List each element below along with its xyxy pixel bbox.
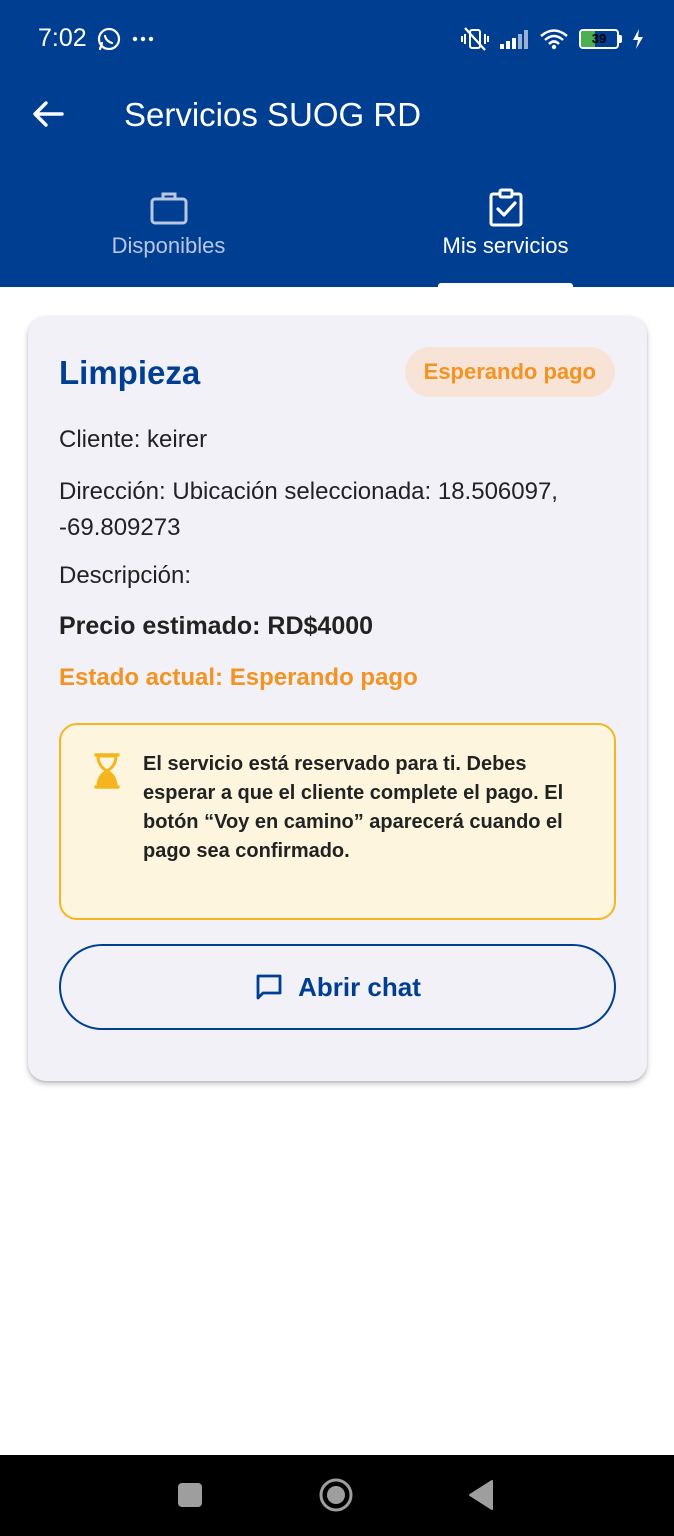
payment-notice: El servicio está reservado para ti. Debe… xyxy=(59,723,616,920)
home-icon xyxy=(319,1478,353,1512)
address-text: Dirección: Ubicación seleccionada: 18.50… xyxy=(59,478,558,541)
home-button[interactable] xyxy=(318,1477,354,1513)
back-nav-button[interactable] xyxy=(464,1477,500,1513)
tab-label-disponibles: Disponibles xyxy=(111,233,226,258)
tab-label-mis-servicios: Mis servicios xyxy=(442,233,569,258)
client-text: Cliente: keirer xyxy=(59,426,208,453)
status-time: 7:02 xyxy=(38,24,87,52)
open-chat-button[interactable]: Abrir chat xyxy=(59,944,616,1030)
open-chat-label: Abrir chat xyxy=(298,971,421,1002)
clipboard-check-icon xyxy=(489,188,522,227)
battery-icon: 39 xyxy=(579,29,622,49)
tab-mis-servicios[interactable]: Mis servicios xyxy=(337,180,674,287)
whatsapp-icon xyxy=(97,27,121,51)
chat-bubble-icon xyxy=(256,974,282,1000)
service-title: Limpieza xyxy=(59,354,201,391)
signal-icon xyxy=(500,30,528,49)
briefcase-icon xyxy=(150,192,187,225)
status-bar: 7:02 39 xyxy=(0,0,674,80)
recents-icon xyxy=(178,1483,202,1507)
app-bar: Servicios SUOG RD xyxy=(0,80,674,150)
tab-disponibles[interactable]: Disponibles xyxy=(0,180,337,287)
recents-button[interactable] xyxy=(172,1477,208,1513)
description-text: Descripción: xyxy=(59,562,192,589)
wifi-icon xyxy=(540,29,568,50)
tab-indicator xyxy=(438,283,573,287)
more-dots-icon xyxy=(132,36,154,42)
tab-bar: Disponibles Mis servicios xyxy=(0,180,674,287)
price-text: Precio estimado: RD$4000 xyxy=(59,612,374,640)
app-header: 7:02 39 Servicios SUOG RD Disponibles Mi… xyxy=(0,0,674,287)
back-triangle-icon xyxy=(469,1480,493,1510)
notice-text: El servicio está reservado para ti. Debe… xyxy=(143,753,564,862)
charging-icon xyxy=(633,29,643,49)
back-button[interactable] xyxy=(28,94,68,134)
page-title: Servicios SUOG RD xyxy=(124,96,422,133)
vibrate-off-icon xyxy=(461,27,489,51)
status-badge: Esperando pago xyxy=(404,347,615,397)
battery-level: 39 xyxy=(591,31,607,46)
system-nav-bar xyxy=(0,1455,674,1536)
hourglass-icon xyxy=(94,753,120,789)
service-card: Limpieza Esperando pago Cliente: keirer … xyxy=(28,316,647,1081)
arrow-back-icon xyxy=(33,101,64,127)
state-text: Estado actual: Esperando pago xyxy=(59,664,418,691)
